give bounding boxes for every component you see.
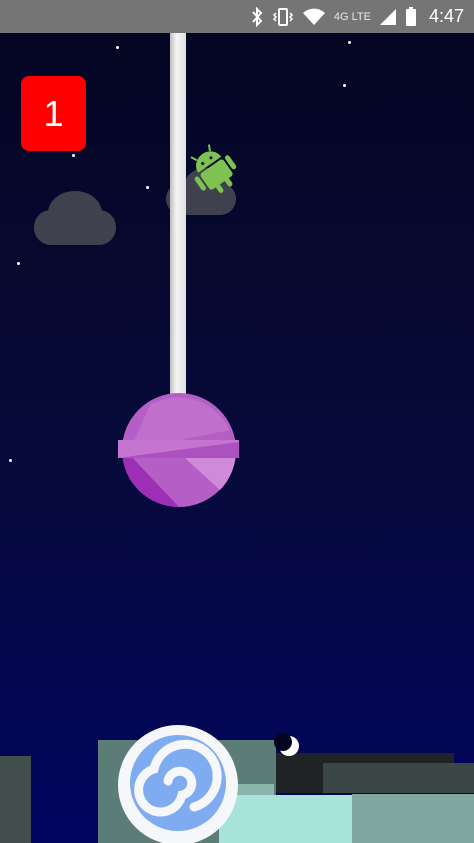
score-badge: 1: [21, 76, 86, 151]
bluetooth-icon: [252, 6, 263, 27]
clock: 4:47: [428, 6, 464, 26]
status-bar: 4G LTE 4:47: [0, 0, 474, 33]
battery-icon: [405, 6, 416, 26]
wifi-icon: [302, 8, 325, 25]
game-screen[interactable]: 1 4G LTE 4:47: [0, 0, 474, 843]
network-type-label: 4G LTE: [333, 10, 371, 23]
vibrate-icon: [272, 7, 293, 26]
score-value: 1: [43, 92, 64, 134]
status-icons: 4G LTE 4:47: [250, 0, 464, 33]
cell-signal-icon: [379, 8, 396, 25]
